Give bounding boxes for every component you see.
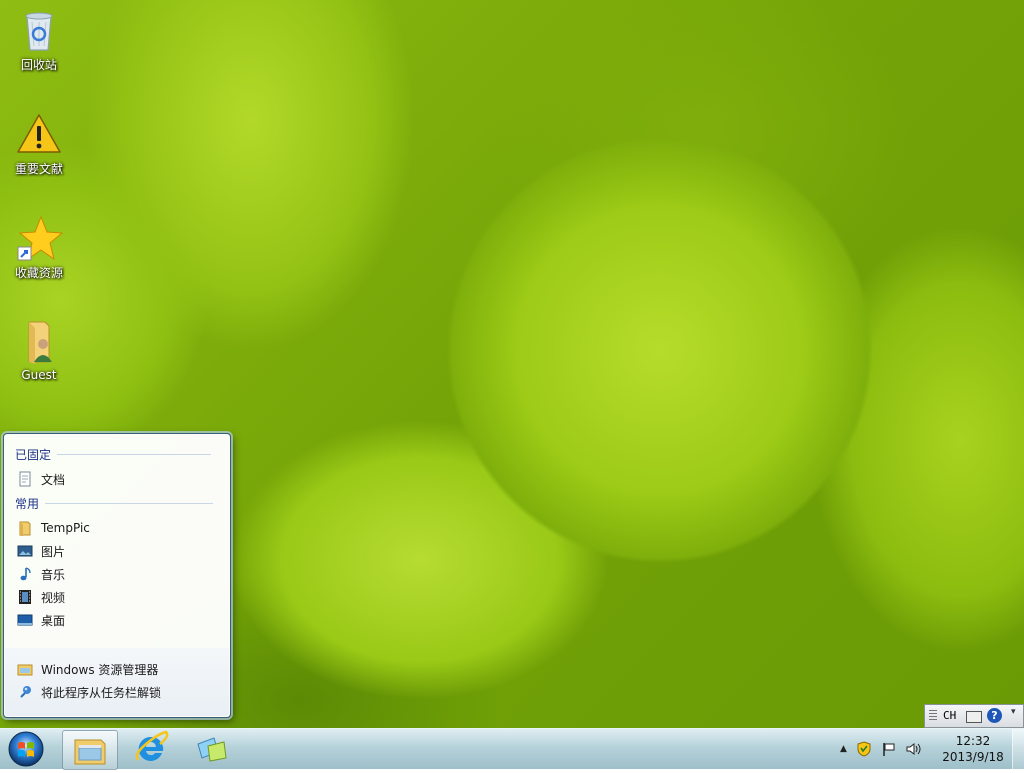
explorer-icon <box>74 739 106 765</box>
clock-time: 12:32 <box>955 734 991 748</box>
desktop-icon-favorites[interactable]: 收藏资源 <box>1 214 77 281</box>
jump-list-item-label: 将此程序从任务栏解锁 <box>41 685 162 700</box>
start-button[interactable] <box>6 730 46 768</box>
jump-list-item-desktop[interactable]: 桌面 <box>17 610 65 630</box>
taskbar-button-windows[interactable] <box>186 730 240 768</box>
jump-list-item-label: 图片 <box>41 544 66 559</box>
desktop-icon-important-docs[interactable]: 重要文献 <box>1 110 77 177</box>
user-folder-icon <box>15 318 63 366</box>
desktop-icon-label: 重要文献 <box>14 162 63 176</box>
action-center-flag-icon[interactable] <box>881 741 897 757</box>
help-icon[interactable]: ? <box>987 708 1002 723</box>
security-shield-icon[interactable] <box>856 741 872 757</box>
desktop-icon-recycle-bin[interactable]: 回收站 <box>1 6 77 73</box>
desktop-icon-guest[interactable]: Guest <box>1 318 77 382</box>
keyboard-icon[interactable] <box>966 711 982 723</box>
langbar-options-icon[interactable]: ▾ <box>1011 707 1016 717</box>
video-icon <box>17 589 33 605</box>
ie-icon <box>135 730 169 761</box>
jump-list-item-pictures[interactable]: 图片 <box>17 541 65 561</box>
desktop-icon-label: Guest <box>21 368 57 382</box>
jump-list-item-music[interactable]: 音乐 <box>17 564 65 584</box>
show-hidden-icons-button[interactable]: ▲ <box>840 744 847 754</box>
pictures-icon <box>17 543 33 559</box>
frequent-header: 常用 <box>15 497 214 511</box>
desktop-icon-label: 收藏资源 <box>14 266 63 280</box>
system-tray: ▲ <box>840 729 921 769</box>
show-desktop-button[interactable] <box>1012 729 1024 769</box>
windows-orb-icon <box>8 731 44 767</box>
warning-icon <box>15 110 63 158</box>
music-icon <box>17 566 33 582</box>
jump-list-item-label: TempPic <box>41 521 90 535</box>
desktop-icon <box>17 612 33 628</box>
folder-icon <box>17 520 33 536</box>
jump-list-item-video[interactable]: 视频 <box>17 587 65 607</box>
desktop[interactable]: 回收站 重要文献 收藏资源 Guest 已固定 文档 常用 TempPic 图片… <box>0 0 1024 728</box>
recycle-bin-icon <box>15 6 63 54</box>
desktop-icon-label: 回收站 <box>20 58 57 72</box>
jump-list-item-windows-explorer[interactable]: Windows 资源管理器 <box>17 659 158 679</box>
jump-list-item-label: 音乐 <box>41 567 66 582</box>
pinned-header: 已固定 <box>15 448 212 462</box>
document-icon <box>17 471 33 487</box>
jump-list-item-documents[interactable]: 文档 <box>17 469 65 489</box>
taskbar-jump-list: 已固定 文档 常用 TempPic 图片 音乐 视频 桌面 Windows 资源… <box>3 433 231 718</box>
volume-icon[interactable] <box>905 741 921 757</box>
star-shortcut-icon <box>15 214 64 262</box>
stacked-windows-icon <box>197 737 227 762</box>
language-bar[interactable]: CH ? ▾ <box>924 704 1024 728</box>
taskbar: ▲ 12:32 2013/9/18 <box>0 728 1024 770</box>
jump-list-item-temppic[interactable]: TempPic <box>17 518 90 538</box>
unpin-icon <box>17 684 33 700</box>
language-indicator[interactable]: CH <box>943 709 956 722</box>
grip-icon[interactable] <box>929 710 937 722</box>
taskbar-button-explorer[interactable] <box>62 730 118 770</box>
jump-list-item-label: Windows 资源管理器 <box>41 662 159 677</box>
clock-date: 2013/9/18 <box>942 750 1004 764</box>
taskbar-clock[interactable]: 12:32 2013/9/18 <box>936 733 1010 765</box>
jump-list-item-label: 桌面 <box>41 613 66 628</box>
jump-list-item-unpin[interactable]: 将此程序从任务栏解锁 <box>17 682 161 702</box>
taskbar-button-internet-explorer[interactable] <box>124 730 178 768</box>
jump-list-item-label: 文档 <box>41 472 66 487</box>
jump-list-item-label: 视频 <box>41 590 66 605</box>
explorer-icon <box>17 661 33 677</box>
